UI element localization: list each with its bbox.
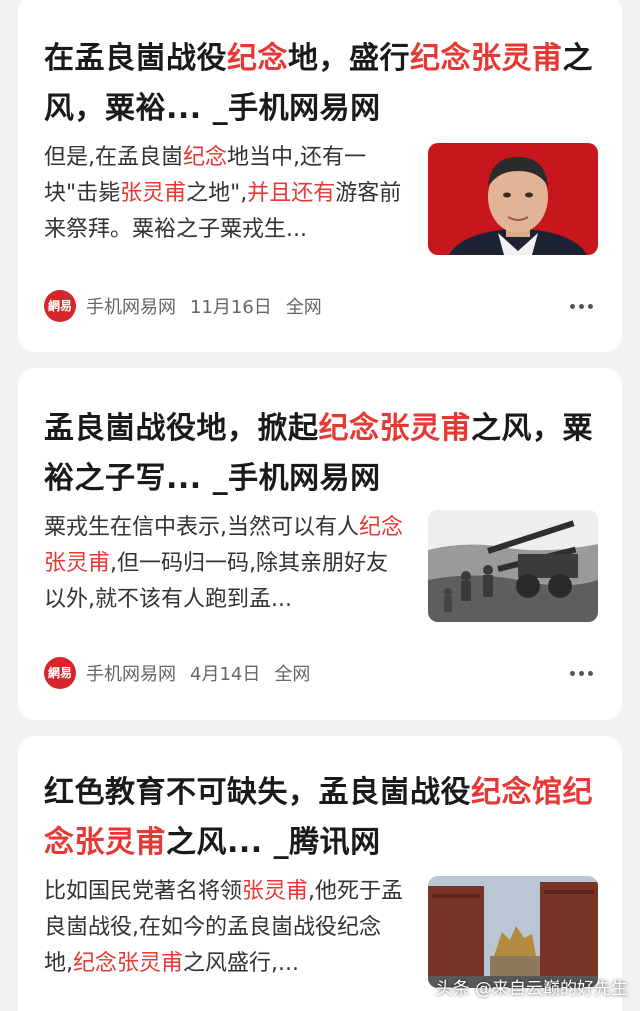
highlight-keyword: 纪念张灵甫 <box>318 411 471 446</box>
text-segment: 地，盛行 <box>288 41 410 76</box>
highlight-keyword: 纪念张灵甫 <box>73 951 184 976</box>
netease-logo-icon: 網易 <box>44 290 76 322</box>
text-segment: 粟戎生在信中表示,当然可以有人 <box>44 515 359 540</box>
more-options-icon[interactable] <box>566 289 596 323</box>
source-name[interactable]: 手机网易网 <box>86 660 176 686</box>
text-segment: 孟良崮战役地，掀起 <box>44 411 319 446</box>
source-name[interactable]: 手机网易网 <box>86 293 176 319</box>
search-result-card-2[interactable]: 孟良崮战役地，掀起纪念张灵甫之风，粟裕之子写... _手机网易网 粟戎生在信中表… <box>18 368 622 720</box>
text-segment: 之风盛行,... <box>183 951 299 976</box>
text-segment: 但是,在孟良崮 <box>44 145 183 170</box>
scope-label: 全网 <box>274 664 311 685</box>
result-thumbnail-portrait[interactable] <box>428 143 598 255</box>
watermark-text: 头条 @来自云巅的好先生 <box>435 979 628 999</box>
search-result-card-3[interactable]: 红色教育不可缺失，孟良崮战役纪念馆纪念张灵甫之风... _腾讯网 比如国民党著名… <box>18 736 622 1011</box>
result-title[interactable]: 在孟良崮战役纪念地，盛行纪念张灵甫之风，粟裕... _手机网易网 <box>44 34 604 134</box>
more-options-icon[interactable] <box>566 656 596 690</box>
netease-logo-icon: 網易 <box>44 657 76 689</box>
publish-date: 11月16日 <box>190 297 272 318</box>
text-segment: 之地", <box>186 181 248 206</box>
result-thumbnail-memorial[interactable] <box>428 876 598 988</box>
publish-date: 4月14日 <box>190 664 261 685</box>
result-meta: 網易 手机网易网 11月16日 全网 <box>44 289 322 323</box>
result-thumbnail-artillery[interactable] <box>428 510 598 622</box>
text-segment: 之风... _腾讯网 <box>166 825 381 860</box>
text-segment: 红色教育不可缺失，孟良崮战役 <box>44 775 471 810</box>
result-snippet: 但是,在孟良崮纪念地当中,还有一块"击毙张灵甫之地",并且还有游客前来祭拜。粟裕… <box>44 140 408 248</box>
text-segment: 比如国民党著名将领 <box>44 879 243 904</box>
result-snippet: 比如国民党著名将领张灵甫,他死于孟良崮战役,在如今的孟良崮战役纪念地,纪念张灵甫… <box>44 874 408 982</box>
result-meta: 網易 手机网易网 4月14日 全网 <box>44 656 310 690</box>
highlight-keyword: 纪念 <box>183 145 228 170</box>
result-snippet: 粟戎生在信中表示,当然可以有人纪念张灵甫,但一码归一码,除其亲朋好友以外,就不该… <box>44 510 408 618</box>
scope-label: 全网 <box>285 297 322 318</box>
result-title[interactable]: 孟良崮战役地，掀起纪念张灵甫之风，粟裕之子写... _手机网易网 <box>44 404 604 504</box>
highlight-keyword: 张灵甫 <box>242 879 309 904</box>
result-title[interactable]: 红色教育不可缺失，孟良崮战役纪念馆纪念张灵甫之风... _腾讯网 <box>44 768 604 868</box>
search-result-card-1[interactable]: 在孟良崮战役纪念地，盛行纪念张灵甫之风，粟裕... _手机网易网 但是,在孟良崮… <box>18 0 622 352</box>
highlight-keyword: 张灵甫 <box>120 181 187 206</box>
highlight-keyword: 纪念 <box>227 41 288 76</box>
highlight-keyword: 并且还有 <box>247 181 336 206</box>
highlight-keyword: 纪念张灵甫 <box>410 41 563 76</box>
text-segment: 在孟良崮战役 <box>44 41 227 76</box>
